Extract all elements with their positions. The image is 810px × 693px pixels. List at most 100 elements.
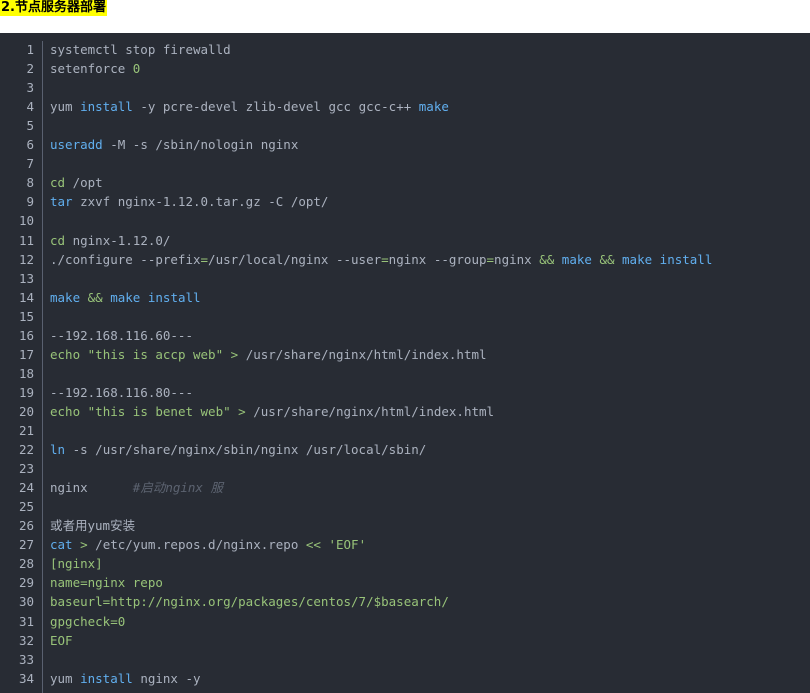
- code-line: 18: [0, 364, 810, 383]
- line-number: 18: [18, 365, 34, 381]
- code-line: 26 或者用yum安装: [0, 516, 810, 535]
- code-line: 14 make && make install: [0, 288, 810, 307]
- code-token: -y pcre-devel zlib-devel gcc gcc-c++: [132, 99, 419, 115]
- code-text: --192.168.116.80---: [50, 383, 193, 402]
- code-token: =: [200, 251, 209, 267]
- code-line: 22 ln -s /usr/share/nginx/sbin/nginx /usr…: [0, 440, 810, 459]
- code-token: &&: [539, 251, 555, 267]
- code-line: 32 EOF: [0, 631, 810, 650]
- code-text: ln -s /usr/share/nginx/sbin/nginx /usr/l…: [50, 440, 426, 459]
- code-text: cd nginx-1.12.0/: [50, 231, 170, 250]
- code-text: name=nginx repo: [50, 573, 163, 592]
- code-line: 5: [0, 116, 810, 135]
- code-token: >: [80, 537, 88, 553]
- code-token: /usr/local/nginx --user: [208, 251, 382, 267]
- line-number: 25: [18, 499, 34, 515]
- code-text: gpgcheck=0: [50, 612, 125, 631]
- code-token: >: [238, 403, 246, 419]
- code-token: nginx: [50, 480, 133, 496]
- code-token: echo: [50, 346, 81, 362]
- code-text: 或者用yum安装: [50, 516, 135, 535]
- code-line: 27 cat > /etc/yum.repos.d/nginx.repo << '…: [0, 535, 810, 554]
- code-token: name=nginx repo: [50, 575, 163, 591]
- code-token: /usr/share/nginx/html/index.html: [238, 346, 487, 362]
- code-text: [nginx]: [50, 554, 103, 573]
- section-heading: 2.节点服务器部署: [0, 0, 107, 16]
- line-number: 17: [18, 346, 34, 362]
- code-token: ln: [50, 442, 66, 458]
- code-line: 25: [0, 497, 810, 516]
- code-token: nginx-1.12.0/: [65, 232, 171, 248]
- code-token: --192.168.116.60---: [50, 327, 193, 343]
- code-token: baseurl=http://nginx.org/packages/centos…: [50, 594, 449, 610]
- code-text: baseurl=http://nginx.org/packages/centos…: [50, 592, 449, 611]
- code-token: /opt: [65, 175, 103, 191]
- line-number: 32: [18, 632, 34, 648]
- code-block[interactable]: 1 systemctl stop firewalld 2 setenforce 0 34…: [0, 33, 810, 693]
- code-token: nginx --group: [388, 251, 487, 267]
- code-token: install: [80, 99, 133, 115]
- code-line: 24 nginx #启动nginx 服: [0, 478, 810, 497]
- code-token: make: [110, 289, 141, 305]
- code-token: =: [381, 251, 389, 267]
- code-line: 10: [0, 211, 810, 230]
- code-text: tar zxvf nginx-1.12.0.tar.gz -C /opt/: [50, 192, 328, 211]
- code-token: #启动nginx 服: [132, 480, 223, 496]
- code-token: setenforce: [50, 61, 133, 77]
- code-line: 21: [0, 421, 810, 440]
- code-text: ./configure --prefix=/usr/local/nginx --…: [50, 250, 712, 269]
- code-line: 17 echo "this is accp web" > /usr/share/n…: [0, 345, 810, 364]
- code-line: 7: [0, 154, 810, 173]
- line-number: 21: [18, 423, 34, 438]
- code-token: make: [50, 289, 81, 305]
- code-token: tar: [50, 194, 73, 210]
- line-number: 22: [18, 442, 34, 458]
- code-token: [nginx]: [50, 556, 103, 572]
- line-number: 1: [26, 42, 34, 57]
- code-token: install: [80, 670, 133, 686]
- line-number: 34: [18, 670, 34, 686]
- code-line: 1 systemctl stop firewalld: [0, 40, 810, 59]
- line-number: 19: [18, 384, 34, 400]
- code-token: /usr/share/nginx/html/index.html: [245, 403, 495, 419]
- code-token: 或者用yum安装: [50, 518, 136, 534]
- code-token: systemctl stop firewalld: [50, 42, 231, 57]
- code-text: nginx #启动nginx 服: [50, 478, 223, 497]
- code-text: make && make install: [50, 288, 201, 307]
- code-line: 2 setenforce 0: [0, 59, 810, 78]
- code-token: -M -s /sbin/nologin nginx: [102, 137, 299, 153]
- code-text: yum install nginx -y: [50, 669, 201, 688]
- code-text: EOF: [50, 631, 73, 650]
- code-text: systemctl stop firewalld: [50, 40, 231, 59]
- code-line: 11 cd nginx-1.12.0/: [0, 231, 810, 250]
- code-line: 34 yum install nginx -y: [0, 669, 810, 688]
- line-number: 9: [26, 194, 34, 210]
- code-text: --192.168.116.60---: [50, 326, 193, 345]
- line-number: 6: [26, 137, 34, 153]
- code-text: echo "this is benet web" > /usr/share/ng…: [50, 402, 494, 421]
- line-number: 14: [18, 289, 34, 305]
- code-line: 4 yum install -y pcre-devel zlib-devel gc…: [0, 97, 810, 116]
- code-token: 0: [132, 61, 141, 77]
- section-heading-row: 2.节点服务器部署: [0, 0, 810, 33]
- code-line: 33: [0, 650, 810, 669]
- code-text: cat > /etc/yum.repos.d/nginx.repo << 'EO…: [50, 535, 366, 554]
- code-line: 9 tar zxvf nginx-1.12.0.tar.gz -C /opt/: [0, 192, 810, 211]
- line-number: 2: [26, 61, 34, 77]
- line-number: 7: [26, 156, 34, 172]
- line-number: 16: [18, 327, 34, 343]
- line-number: 5: [26, 118, 34, 134]
- code-token: make: [622, 251, 653, 267]
- code-line: 23: [0, 459, 810, 478]
- code-token: nginx -y: [132, 670, 201, 686]
- code-text: useradd -M -s /sbin/nologin nginx: [50, 135, 298, 154]
- code-token: make: [561, 251, 592, 267]
- code-line: 30 baseurl=http://nginx.org/packages/cent…: [0, 592, 810, 611]
- line-number: 23: [18, 461, 34, 477]
- line-number: 29: [18, 575, 34, 591]
- code-token: -s /usr/share/nginx/sbin/nginx /usr/loca…: [65, 442, 427, 458]
